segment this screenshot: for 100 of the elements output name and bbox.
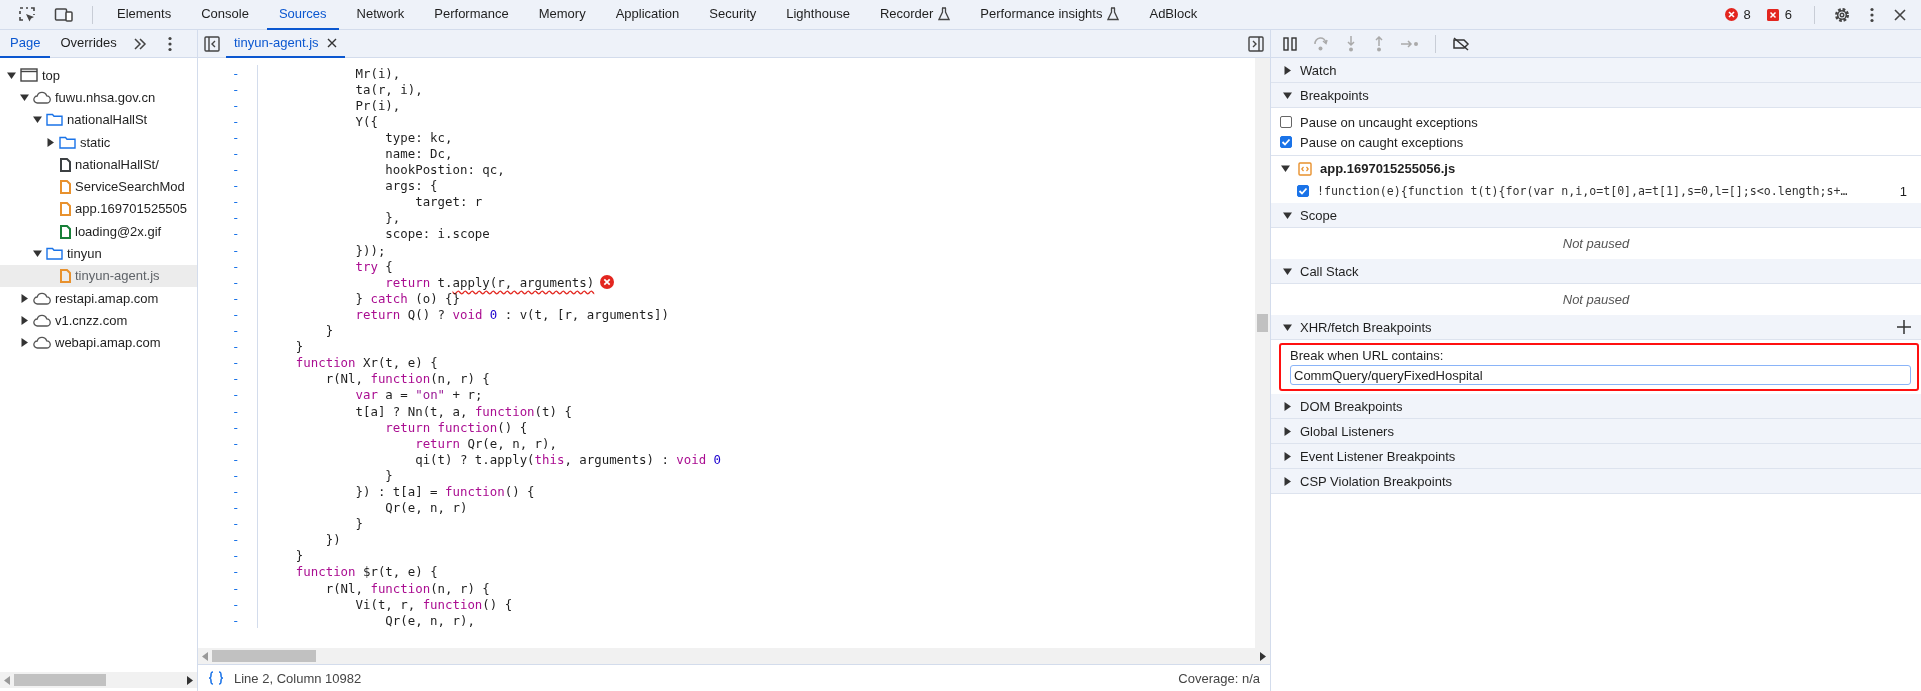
expanded-arrow-icon[interactable] — [6, 70, 16, 80]
navigator-tab[interactable]: Page — [0, 29, 51, 58]
expanded-arrow-icon[interactable] — [1283, 210, 1292, 220]
tree-item[interactable]: static — [80, 134, 111, 150]
inspect-icon[interactable] — [18, 5, 36, 24]
vertical-scrollbar[interactable] — [1255, 58, 1270, 648]
horizontal-scrollbar[interactable] — [0, 672, 197, 688]
tree-item[interactable]: app.169701525505 — [75, 201, 188, 217]
tree-item[interactable]: top — [42, 67, 61, 83]
field-label: Break when URL contains: — [1290, 348, 1445, 363]
settings-icon[interactable] — [1833, 5, 1851, 24]
line-marker: - — [232, 65, 240, 81]
pretty-print-icon[interactable] — [208, 671, 224, 685]
checkbox[interactable] — [1280, 116, 1292, 128]
tree-item[interactable]: fuwu.nhsa.gov.cn — [55, 89, 156, 105]
collapsed-arrow-icon[interactable] — [1283, 401, 1292, 411]
section-header[interactable]: CSP Violation Breakpoints — [1271, 469, 1921, 494]
more-options-icon[interactable] — [1869, 6, 1875, 23]
panel-tab[interactable]: Recorder — [867, 0, 963, 30]
tree-item[interactable]: tinyun — [67, 246, 102, 261]
breakpoint-code: !function(e){function t(t){for(var n,i,o=t[0],a=t[1],s=0,l=[];s<o.length;s+… — [1317, 184, 1848, 198]
expanded-arrow-icon[interactable] — [1283, 266, 1292, 276]
code-line: } — [384, 467, 393, 483]
code-line: } — [354, 516, 363, 532]
collapsed-arrow-icon[interactable] — [45, 137, 55, 147]
line-marker: - — [232, 435, 240, 451]
section-header[interactable]: DOM Breakpoints — [1271, 394, 1921, 419]
section-header[interactable]: Global Listeners — [1271, 419, 1921, 444]
line-marker: - — [232, 451, 240, 467]
line-marker: - — [232, 516, 240, 532]
tree-item[interactable]: ServiceSearchMod — [75, 179, 185, 195]
sidebar-toggle-icon[interactable] — [204, 35, 220, 52]
collapsed-arrow-icon[interactable] — [19, 315, 29, 325]
checkbox[interactable] — [1280, 136, 1292, 148]
collapsed-arrow-icon[interactable] — [1283, 65, 1292, 75]
section-header[interactable]: Event Listener Breakpoints — [1271, 444, 1921, 469]
tree-item[interactable]: webapi.amap.com — [55, 335, 161, 351]
collapsed-arrow-icon[interactable] — [19, 293, 29, 303]
expanded-arrow-icon[interactable] — [1281, 164, 1290, 173]
expanded-arrow-icon[interactable] — [1283, 322, 1292, 332]
collapsed-arrow-icon[interactable] — [19, 338, 29, 348]
checkbox[interactable] — [1297, 185, 1309, 197]
expanded-arrow-icon[interactable] — [32, 249, 42, 258]
sidebar-toggle-icon[interactable] — [1248, 35, 1264, 52]
tree-item[interactable]: v1.cnzz.com — [55, 312, 128, 328]
code-line: type: kc, — [384, 129, 453, 145]
collapsed-arrow-icon[interactable] — [1283, 476, 1292, 486]
tree-item[interactable]: nationalHallSt/ — [75, 156, 159, 172]
device-icon[interactable] — [54, 5, 74, 24]
panel-tab[interactable]: Performance — [422, 0, 521, 30]
panel-tab[interactable]: Lighthouse — [774, 0, 862, 30]
line-marker: - — [232, 596, 240, 612]
file-tab[interactable]: tinyun-agent.js — [226, 29, 345, 58]
section-header[interactable]: XHR/fetch Breakpoints — [1271, 315, 1921, 340]
deactivate-breakpoints-icon[interactable] — [1452, 36, 1470, 51]
code-line: } — [294, 339, 304, 355]
tree-item[interactable]: nationalHallSt — [67, 112, 148, 128]
tree-item[interactable]: loading@2x.gif — [75, 223, 162, 239]
panel-tab[interactable]: Memory — [526, 0, 598, 30]
section-header[interactable]: Call Stack — [1271, 259, 1921, 284]
error-count[interactable]: 8 — [1743, 7, 1751, 22]
navigator-tab[interactable]: Overrides — [50, 29, 127, 58]
chevron-double-icon[interactable] — [132, 37, 147, 50]
issue-count[interactable]: 6 — [1784, 7, 1792, 22]
line-marker: - — [232, 564, 240, 580]
horizontal-scrollbar[interactable] — [198, 648, 1270, 664]
expanded-arrow-icon[interactable] — [1283, 90, 1292, 100]
scroll-right-icon[interactable] — [1260, 651, 1266, 661]
close-icon[interactable] — [326, 37, 337, 48]
section-header[interactable]: Watch — [1271, 58, 1921, 83]
more-options-icon[interactable] — [166, 35, 173, 52]
panel-tab[interactable]: Network — [344, 0, 417, 30]
collapsed-arrow-icon[interactable] — [1283, 426, 1292, 436]
panel-tab[interactable]: Console — [189, 0, 261, 30]
breakpoint-file-name[interactable]: app.1697015255056.js — [1320, 161, 1456, 176]
tree-item[interactable]: restapi.amap.com — [55, 290, 159, 306]
close-icon[interactable] — [1893, 7, 1907, 22]
pause-icon[interactable] — [1283, 36, 1297, 51]
error-icon — [1724, 8, 1738, 21]
url-input-field[interactable]: CommQuery/queryFixedHospital — [1290, 365, 1911, 385]
code-line: t[a] ? Nn(t, a, function(t) { — [354, 403, 572, 419]
code-line: function $r(t, e) { — [294, 564, 438, 580]
line-marker: - — [232, 210, 240, 226]
panel-tab[interactable]: AdBlock — [1137, 0, 1210, 30]
section-header[interactable]: Scope — [1271, 203, 1921, 228]
panel-tab[interactable]: Security — [697, 0, 769, 30]
panel-tab[interactable]: Elements — [105, 0, 184, 30]
code-line: r(Nl, function(n, r) { — [324, 371, 490, 387]
add-icon[interactable] — [1897, 320, 1911, 334]
scroll-right-icon[interactable] — [187, 675, 193, 685]
section-header[interactable]: Breakpoints — [1271, 83, 1921, 108]
expanded-arrow-icon[interactable] — [19, 92, 29, 102]
panel-tab[interactable]: Application — [603, 0, 692, 30]
coverage-status: Coverage: n/a — [1178, 670, 1260, 686]
code-line: Mr(i), — [354, 65, 401, 81]
collapsed-arrow-icon[interactable] — [1283, 451, 1292, 461]
expanded-arrow-icon[interactable] — [32, 115, 42, 125]
frame-icon — [20, 68, 38, 83]
panel-tab[interactable]: Performance insights — [968, 0, 1132, 30]
line-marker: - — [232, 242, 240, 258]
